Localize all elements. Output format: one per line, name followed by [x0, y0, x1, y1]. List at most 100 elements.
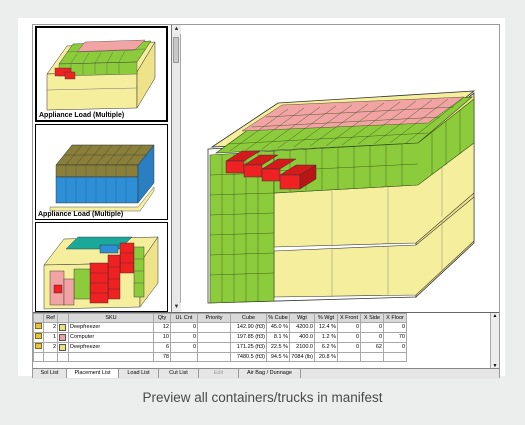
cell-xfront: 0 [337, 332, 361, 343]
column-header[interactable] [57, 313, 69, 323]
cell-ul: 0 [170, 342, 198, 353]
table-header-row: Ref SKU Qty UL Cnt Priority Cube % Cube … [33, 313, 407, 323]
cell-pwgt: 12.4 % [314, 322, 338, 333]
cell-ul [170, 352, 198, 362]
cell-xfloor [383, 352, 407, 362]
row-folder-icon [33, 332, 44, 343]
scrollbar-thumb[interactable] [173, 37, 179, 63]
table-row[interactable]: 78 7480.5 (ft3) 94.5 % 7084 (lb) 20.8 % [33, 352, 407, 362]
row-color-swatch [57, 352, 69, 362]
row-folder-icon [33, 322, 44, 333]
cell-sku [68, 352, 154, 362]
tab-air-bag-dunnage[interactable]: Air Bag / Dunnage [239, 369, 301, 378]
caption-text: Preview all containers/trucks in manifes… [142, 390, 383, 405]
cell-priority [197, 322, 231, 333]
tab-cut-list[interactable]: Cut List [159, 369, 199, 378]
column-header[interactable]: % Cube [266, 313, 290, 323]
column-header[interactable]: Priority [197, 313, 231, 323]
cell-ref [43, 352, 58, 362]
cell-pwgt: 6.2 % [314, 342, 338, 353]
grid-scrollbar[interactable]: ▲ ▼ [490, 313, 499, 369]
scroll-up-icon[interactable]: ▲ [491, 313, 499, 319]
cell-sku: Deepfreezer [68, 342, 154, 353]
thumbnail-scrollbar[interactable]: ▲ ▼ [172, 25, 181, 312]
cell-xside: 62 [360, 342, 384, 353]
column-header[interactable]: Wgt [289, 313, 315, 323]
scroll-down-icon[interactable]: ▼ [172, 303, 181, 312]
column-header[interactable]: X Floor [383, 313, 407, 323]
cell-wgt: 2100.0 [289, 342, 315, 353]
cell-cube: 171.25 (ft3) [230, 342, 267, 353]
column-header[interactable]: X Side [360, 313, 384, 323]
container-thumbnail-1[interactable]: Appliance Load (Multiple) [35, 26, 168, 122]
placement-table: Ref SKU Qty UL Cnt Priority Cube % Cube … [33, 313, 407, 362]
cell-priority [197, 352, 231, 362]
cell-xside: 0 [360, 322, 384, 333]
thumbnail-label: Appliance Load (Multiple) [38, 211, 124, 218]
row-folder-icon [33, 342, 44, 353]
cell-xfront [337, 352, 361, 362]
cell-qty: 78 [153, 352, 171, 362]
column-header[interactable]: UL Cnt [170, 313, 198, 323]
table-row[interactable]: 2 Deepfreezer 12 0 142.90 (ft3) 45.0 % 4200.0 1… [33, 322, 407, 333]
tab-sol-list[interactable]: Sol List [33, 369, 67, 378]
thumbnail-label: Appliance Load (Multiple) [39, 112, 125, 119]
cell-ref: 1 [43, 332, 58, 343]
cell-xside: 0 [360, 332, 384, 343]
cell-xside [360, 352, 384, 362]
cell-cube: 197.85 (ft3) [230, 332, 267, 343]
cell-qty: 6 [153, 342, 171, 353]
column-header[interactable]: Cube [230, 313, 267, 323]
cell-xfloor: 0 [383, 322, 407, 333]
row-color-swatch [57, 342, 69, 353]
cell-qty: 12 [153, 322, 171, 333]
column-header[interactable]: Ref [43, 313, 58, 323]
scroll-up-icon[interactable]: ▲ [172, 25, 181, 34]
container-thumbnail-3[interactable] [35, 222, 168, 312]
column-header[interactable]: SKU [68, 313, 154, 323]
cell-xfloor: 0 [383, 342, 407, 353]
cell-sku: Computer [68, 332, 154, 343]
cell-ref: 2 [43, 342, 58, 353]
placement-grid: Ref SKU Qty UL Cnt Priority Cube % Cube … [33, 312, 499, 369]
column-header[interactable] [33, 313, 44, 323]
cell-ref: 2 [43, 322, 58, 333]
container-thumbnail-2[interactable]: Appliance Load (Multiple) [35, 124, 168, 220]
cell-xfloor: 70 [383, 332, 407, 343]
cell-pwgt: 1.2 % [314, 332, 338, 343]
bottom-tab-bar: Sol List Placement List Load List Cut Li… [33, 368, 499, 379]
cell-cube: 142.90 (ft3) [230, 322, 267, 333]
cell-wgt: 4200.0 [289, 322, 315, 333]
cell-xfront: 0 [337, 342, 361, 353]
cell-priority [197, 332, 231, 343]
cell-pcube: 8.1 % [266, 332, 290, 343]
container-3d-view[interactable] [182, 25, 499, 312]
cell-xfront: 0 [337, 322, 361, 333]
cell-sku: Deepfreezer [68, 322, 154, 333]
row-color-swatch [57, 332, 69, 343]
cell-pcube: 45.0 % [266, 322, 290, 333]
tab-placement-list[interactable]: Placement List [67, 369, 119, 378]
cell-pwgt: 20.8 % [314, 352, 338, 362]
cell-qty: 10 [153, 332, 171, 343]
cell-wgt: 400.0 [289, 332, 315, 343]
load-planner-window: ✕ Appliance Load (Multiple) [32, 24, 500, 379]
row-color-swatch [57, 322, 69, 333]
cell-ul: 0 [170, 332, 198, 343]
column-header[interactable]: % Wgt [314, 313, 338, 323]
cell-ul: 0 [170, 322, 198, 333]
container-3d-render [207, 90, 476, 304]
row-folder-icon [33, 352, 44, 362]
cell-pcube: 94.5 % [266, 352, 290, 362]
cell-priority [197, 342, 231, 353]
table-row[interactable]: 1 Computer 10 0 197.85 (ft3) 8.1 % 400.0 1.2 % 0… [33, 332, 407, 343]
container-thumbnail-list[interactable]: ✕ Appliance Load (Multiple) [33, 25, 172, 312]
tab-edit[interactable]: Edit [199, 369, 239, 378]
cell-wgt: 7084 (lb) [289, 352, 315, 362]
table-row[interactable]: 2 Deepfreezer 6 0 171.25 (ft3) 22.5 % 2100.0 6.… [33, 342, 407, 353]
cell-cube: 7480.5 (ft3) [230, 352, 267, 362]
column-header[interactable]: X Front [337, 313, 361, 323]
cell-pcube: 22.5 % [266, 342, 290, 353]
tab-load-list[interactable]: Load List [119, 369, 159, 378]
column-header[interactable]: Qty [153, 313, 171, 323]
